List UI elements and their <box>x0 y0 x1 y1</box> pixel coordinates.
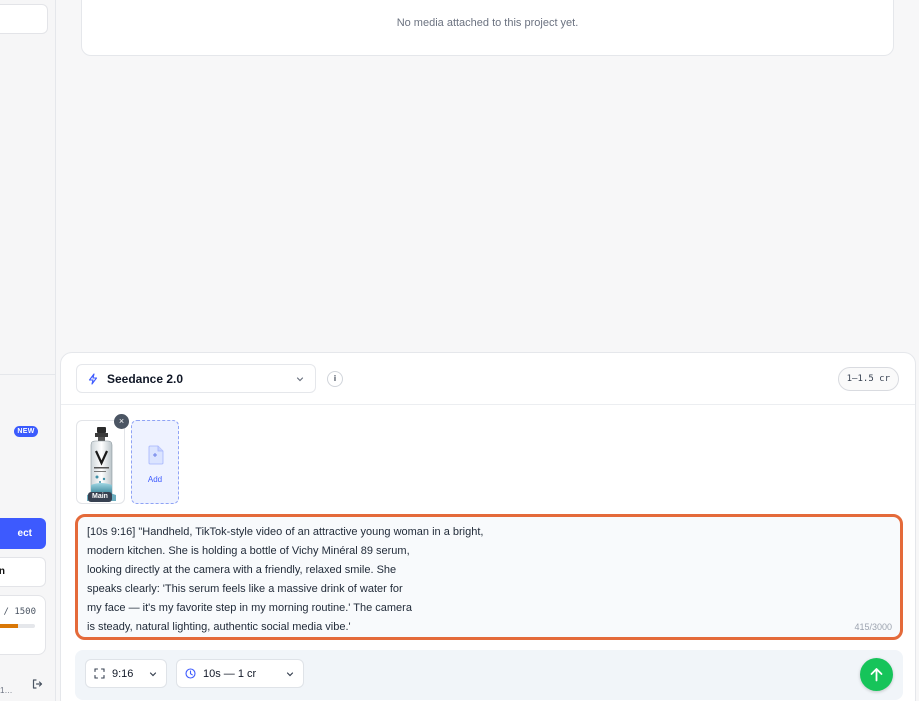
sidebar-divider <box>0 374 56 375</box>
info-button[interactable]: i <box>327 371 343 387</box>
credits-text: / 1500 <box>3 607 36 617</box>
expand-icon <box>94 668 105 679</box>
logout-icon[interactable] <box>31 678 43 690</box>
prompt-textarea[interactable]: [10s 9:16] "Handheld, TikTok-style video… <box>75 514 903 640</box>
cost-badge: 1–1.5 cr <box>837 367 899 391</box>
sidebar: NEW ect n / 1500 1… <box>0 0 56 701</box>
options-bar: 9:16 10s — 1 cr <box>75 650 903 700</box>
arrow-up-icon <box>870 668 883 682</box>
aspect-ratio-value: 9:16 <box>112 667 134 680</box>
chevron-down-icon <box>149 671 157 676</box>
new-project-button[interactable]: ect <box>0 518 46 549</box>
add-label: Add <box>147 475 163 484</box>
chevron-down-icon <box>296 376 304 381</box>
chevron-down-icon <box>286 671 294 676</box>
media-card: No media attached to this project yet. <box>81 0 894 56</box>
main-badge: Main <box>88 492 112 502</box>
composer-panel: Seedance 2.0 i 1–1.5 cr Main × Add [10s … <box>60 352 916 701</box>
aspect-ratio-select[interactable]: 9:16 <box>85 659 167 688</box>
clock-icon <box>185 668 196 679</box>
composer-divider <box>61 404 915 405</box>
sidebar-user-text: 1… <box>0 686 13 695</box>
model-name: Seedance 2.0 <box>107 371 184 386</box>
send-button[interactable] <box>860 658 893 691</box>
duration-value: 10s — 1 cr <box>203 667 257 680</box>
prompt-text: [10s 9:16] "Handheld, TikTok-style video… <box>87 526 484 633</box>
media-empty-text: No media attached to this project yet. <box>396 17 579 29</box>
sidebar-search-input[interactable] <box>0 4 48 34</box>
credits-progress-bar <box>0 624 35 628</box>
credits-card: / 1500 <box>0 595 46 655</box>
add-media-button[interactable]: Add <box>131 420 179 504</box>
model-select[interactable]: Seedance 2.0 <box>76 364 316 393</box>
sidebar-secondary-button[interactable]: n <box>0 557 46 587</box>
credits-progress-fill <box>0 624 19 628</box>
remove-attachment-button[interactable]: × <box>114 414 129 429</box>
add-file-icon <box>148 445 164 465</box>
bolt-icon <box>88 372 98 385</box>
new-badge: NEW <box>14 426 38 437</box>
char-count: 415/3000 <box>854 622 892 632</box>
duration-select[interactable]: 10s — 1 cr <box>176 659 304 688</box>
